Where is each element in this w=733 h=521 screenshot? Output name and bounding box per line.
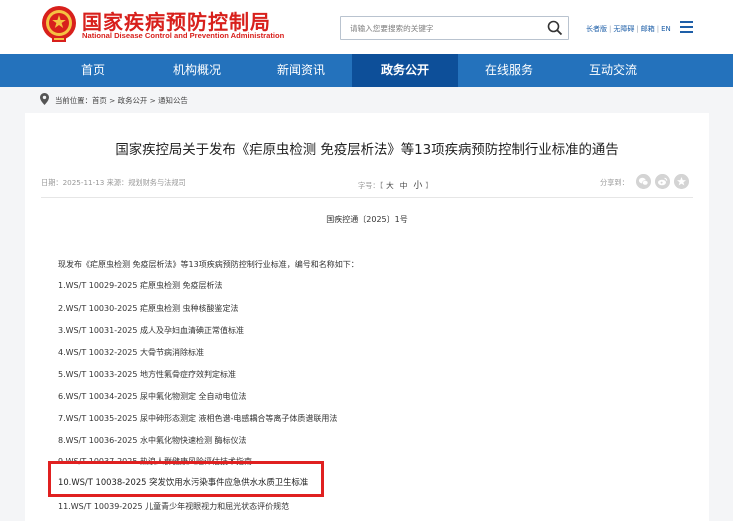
search-input[interactable] <box>341 17 541 39</box>
font-size-small[interactable]: 小 <box>413 181 422 191</box>
wechat-icon[interactable] <box>636 174 651 189</box>
national-emblem-icon[interactable] <box>41 4 77 44</box>
standard-item: 11.WS/T 10039-2025 儿童青少年视眼视力和屈光状态评价规范 <box>58 502 290 511</box>
logo-title-en[interactable]: National Disease Control and Prevention … <box>82 31 284 40</box>
nav-news[interactable]: 新闻资讯 <box>248 54 354 87</box>
link-elder[interactable]: 长者版 <box>586 24 607 34</box>
nav-interaction[interactable]: 互动交流 <box>560 54 666 87</box>
font-size-label: 字号： <box>358 181 380 190</box>
link-separator: | <box>656 25 660 33</box>
document-number: 国疾控通〔2025〕1号 <box>326 215 408 224</box>
breadcrumb-separator: > <box>147 96 159 105</box>
nav-gov-affairs[interactable]: 政务公开 <box>352 54 458 87</box>
standard-item: 7.WS/T 10035-2025 尿中砷形态测定 液相色谱-电感耦合等离子体质… <box>58 414 338 423</box>
link-english[interactable]: EN <box>661 25 671 33</box>
nav-about[interactable]: 机构概况 <box>144 54 250 87</box>
nav-home[interactable]: 首页 <box>40 54 146 87</box>
standard-item-highlighted: 10.WS/T 10038-2025 突发饮用水污染事件应急供水水质卫生标准 <box>58 477 309 487</box>
source-label: 来源： <box>106 178 129 187</box>
breadcrumb-gov-affairs[interactable]: 政务公开 <box>118 96 148 105</box>
link-separator: | <box>636 25 639 33</box>
breadcrumb-home[interactable]: 首页 <box>92 96 107 105</box>
font-size-medium[interactable]: 中 <box>400 181 408 190</box>
top-links: 长者版 | 无障碍 | 邮箱 | EN <box>586 24 671 34</box>
standard-item: 3.WS/T 10031-2025 成人及孕妇血清碘正常值标准 <box>58 326 244 335</box>
breadcrumb-separator: > <box>106 96 118 105</box>
font-bracket-close: 】 <box>425 181 433 190</box>
standard-item: 4.WS/T 10032-2025 大骨节病消除标准 <box>58 348 204 357</box>
share-label: 分享到： <box>600 178 629 187</box>
standard-item: 2.WS/T 10030-2025 疟原虫检测 虫种核酸鉴定法 <box>58 304 239 313</box>
star-icon[interactable] <box>674 174 689 189</box>
link-accessibility[interactable]: 无障碍 <box>613 24 634 34</box>
main-nav: 首页 机构概况 新闻资讯 政务公开 在线服务 互动交流 <box>0 54 733 87</box>
search-box <box>340 16 569 40</box>
article-card: 国家疾控局关于发布《疟原虫检测 免疫层析法》等13项疾病预防控制行业标准的通告 … <box>25 113 709 521</box>
standard-item: 8.WS/T 10036-2025 水中氟化物快速检测 酶标仪法 <box>58 436 247 445</box>
weibo-icon[interactable] <box>655 174 670 189</box>
location-pin-icon <box>40 93 49 105</box>
link-separator: | <box>609 25 612 33</box>
article-intro: 现发布《疟原虫检测 免疫层析法》等13项疾病预防控制行业标准，编号和名称如下： <box>58 260 359 269</box>
standard-item: 6.WS/T 10034-2025 尿中氟化物测定 全自动电位法 <box>58 392 247 401</box>
article-meta: 日期：2025-11-13 来源：规划财务与法规司 <box>41 178 186 188</box>
date-label: 日期： <box>41 178 63 187</box>
link-mail[interactable]: 邮箱 <box>641 24 655 34</box>
search-icon[interactable] <box>546 19 564 37</box>
nav-online-services[interactable]: 在线服务 <box>456 54 562 87</box>
breadcrumb-notices[interactable]: 通知公告 <box>158 96 188 105</box>
site-header: 国家疾病预防控制局 National Disease Control and P… <box>0 0 733 54</box>
article-source: 规划财务与法规司 <box>128 178 186 187</box>
font-size-large[interactable]: 大 <box>386 181 394 190</box>
font-bracket-open: 【 <box>379 181 384 190</box>
standard-item: 5.WS/T 10033-2025 地方性氟骨症疗效判定标准 <box>58 370 236 379</box>
meta-divider <box>41 197 693 198</box>
font-size-control: 字号：【大中小】 <box>358 178 433 191</box>
article-title: 国家疾控局关于发布《疟原虫检测 免疫层析法》等13项疾病预防控制行业标准的通告 <box>115 143 619 158</box>
standard-item: 1.WS/T 10029-2025 疟原虫检测 免疫层析法 <box>58 281 223 290</box>
hamburger-menu-icon[interactable] <box>680 21 693 33</box>
breadcrumb-prefix: 当前位置： <box>55 96 92 105</box>
article-date: 2025-11-13 <box>62 178 105 187</box>
